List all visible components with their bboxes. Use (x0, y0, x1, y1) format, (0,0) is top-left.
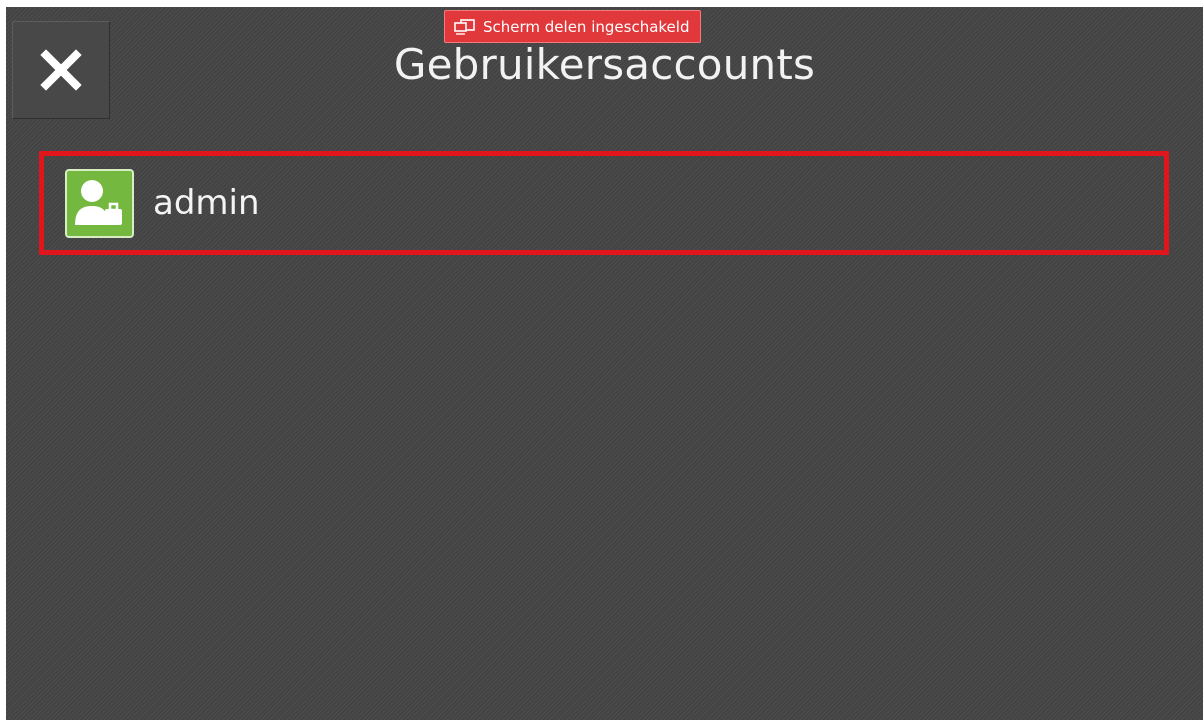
page-title: Gebruikersaccounts (393, 40, 816, 89)
account-name: admin (153, 183, 260, 223)
user-accounts-screen: Scherm delen ingeschakeld Gebruikersacco… (6, 7, 1203, 720)
list-item-admin[interactable]: admin (39, 151, 1169, 255)
screen-sharing-label: Scherm delen ingeschakeld (483, 17, 690, 36)
user-avatar-icon (65, 168, 134, 238)
screen-sharing-badge: Scherm delen ingeschakeld (444, 10, 702, 43)
screen-share-icon (454, 18, 475, 35)
